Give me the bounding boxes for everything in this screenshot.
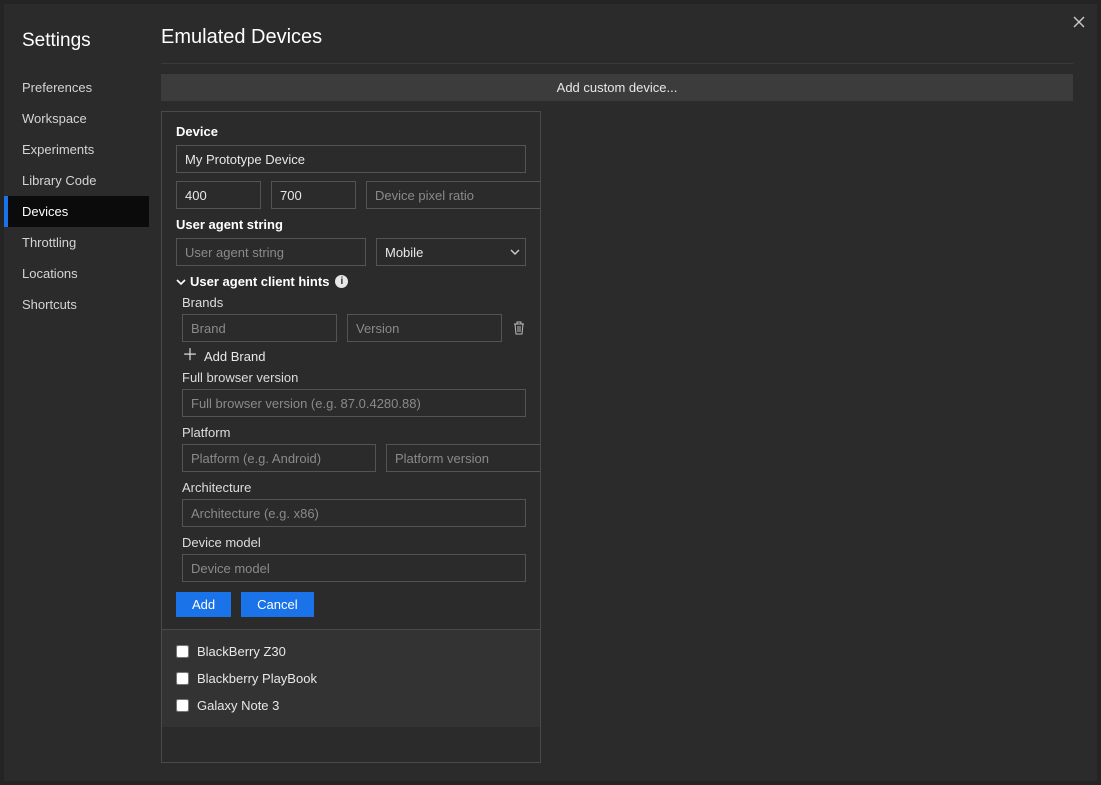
sidebar-item-preferences[interactable]: Preferences [4,72,149,103]
sidebar-item-workspace[interactable]: Workspace [4,103,149,134]
close-icon [1073,16,1085,28]
device-label: BlackBerry Z30 [197,644,286,659]
full-browser-version-input[interactable] [182,389,526,417]
settings-sidebar: Settings Preferences Workspace Experimen… [4,4,149,781]
ua-type-select[interactable]: Mobile [376,238,526,266]
ua-client-hints-label: User agent client hints [190,274,329,289]
cancel-button[interactable]: Cancel [241,592,313,617]
device-checkbox[interactable] [176,672,189,685]
settings-title: Settings [4,26,149,72]
device-width-input[interactable] [176,181,261,209]
info-icon: i [335,275,348,288]
add-button[interactable]: Add [176,592,231,617]
platform-label: Platform [182,425,526,440]
device-dpr-input[interactable] [366,181,541,209]
device-checkbox[interactable] [176,645,189,658]
device-section-label: Device [176,124,526,139]
brands-label: Brands [182,295,526,310]
device-label: Blackberry PlayBook [197,671,317,686]
add-custom-device-button[interactable]: Add custom device... [161,74,1073,101]
architecture-input[interactable] [182,499,526,527]
ua-client-hints-toggle[interactable]: User agent client hints i [176,274,526,289]
sidebar-item-experiments[interactable]: Experiments [4,134,149,165]
device-height-input[interactable] [271,181,356,209]
sidebar-item-shortcuts[interactable]: Shortcuts [4,289,149,320]
sidebar-item-throttling[interactable]: Throttling [4,227,149,258]
add-brand-label: Add Brand [204,349,265,364]
device-list: BlackBerry Z30 Blackberry PlayBook Galax… [162,629,540,727]
device-model-label: Device model [182,535,526,550]
device-checkbox[interactable] [176,699,189,712]
platform-version-input[interactable] [386,444,541,472]
sidebar-item-library-code[interactable]: Library Code [4,165,149,196]
ua-client-hints-body: Brands ＋ Add Brand [176,295,526,582]
ua-type-select-wrap: Mobile [376,238,526,266]
brand-version-input[interactable] [347,314,502,342]
architecture-label: Architecture [182,480,526,495]
device-list-item[interactable]: Blackberry PlayBook [162,665,540,692]
device-list-item[interactable]: BlackBerry Z30 [162,638,540,665]
ua-section-label: User agent string [176,217,526,232]
trash-icon [513,321,525,335]
ua-string-input[interactable] [176,238,366,266]
delete-brand-button[interactable] [512,321,526,335]
device-name-input[interactable] [176,145,526,173]
brand-input[interactable] [182,314,337,342]
close-settings-button[interactable] [1067,10,1091,34]
full-browser-version-label: Full browser version [182,370,526,385]
sidebar-item-devices[interactable]: Devices [4,196,149,227]
device-label: Galaxy Note 3 [197,698,279,713]
page-title: Emulated Devices [161,26,1073,64]
chevron-down-icon [176,278,186,286]
device-list-item[interactable]: Galaxy Note 3 [162,692,540,719]
add-brand-button[interactable]: ＋ Add Brand [182,348,526,364]
plus-icon: ＋ [182,348,198,364]
settings-main: Emulated Devices Add custom device... De… [149,4,1097,781]
platform-input[interactable] [182,444,376,472]
device-editor-panel: Device User agent string [161,111,541,763]
device-model-input[interactable] [182,554,526,582]
sidebar-item-locations[interactable]: Locations [4,258,149,289]
